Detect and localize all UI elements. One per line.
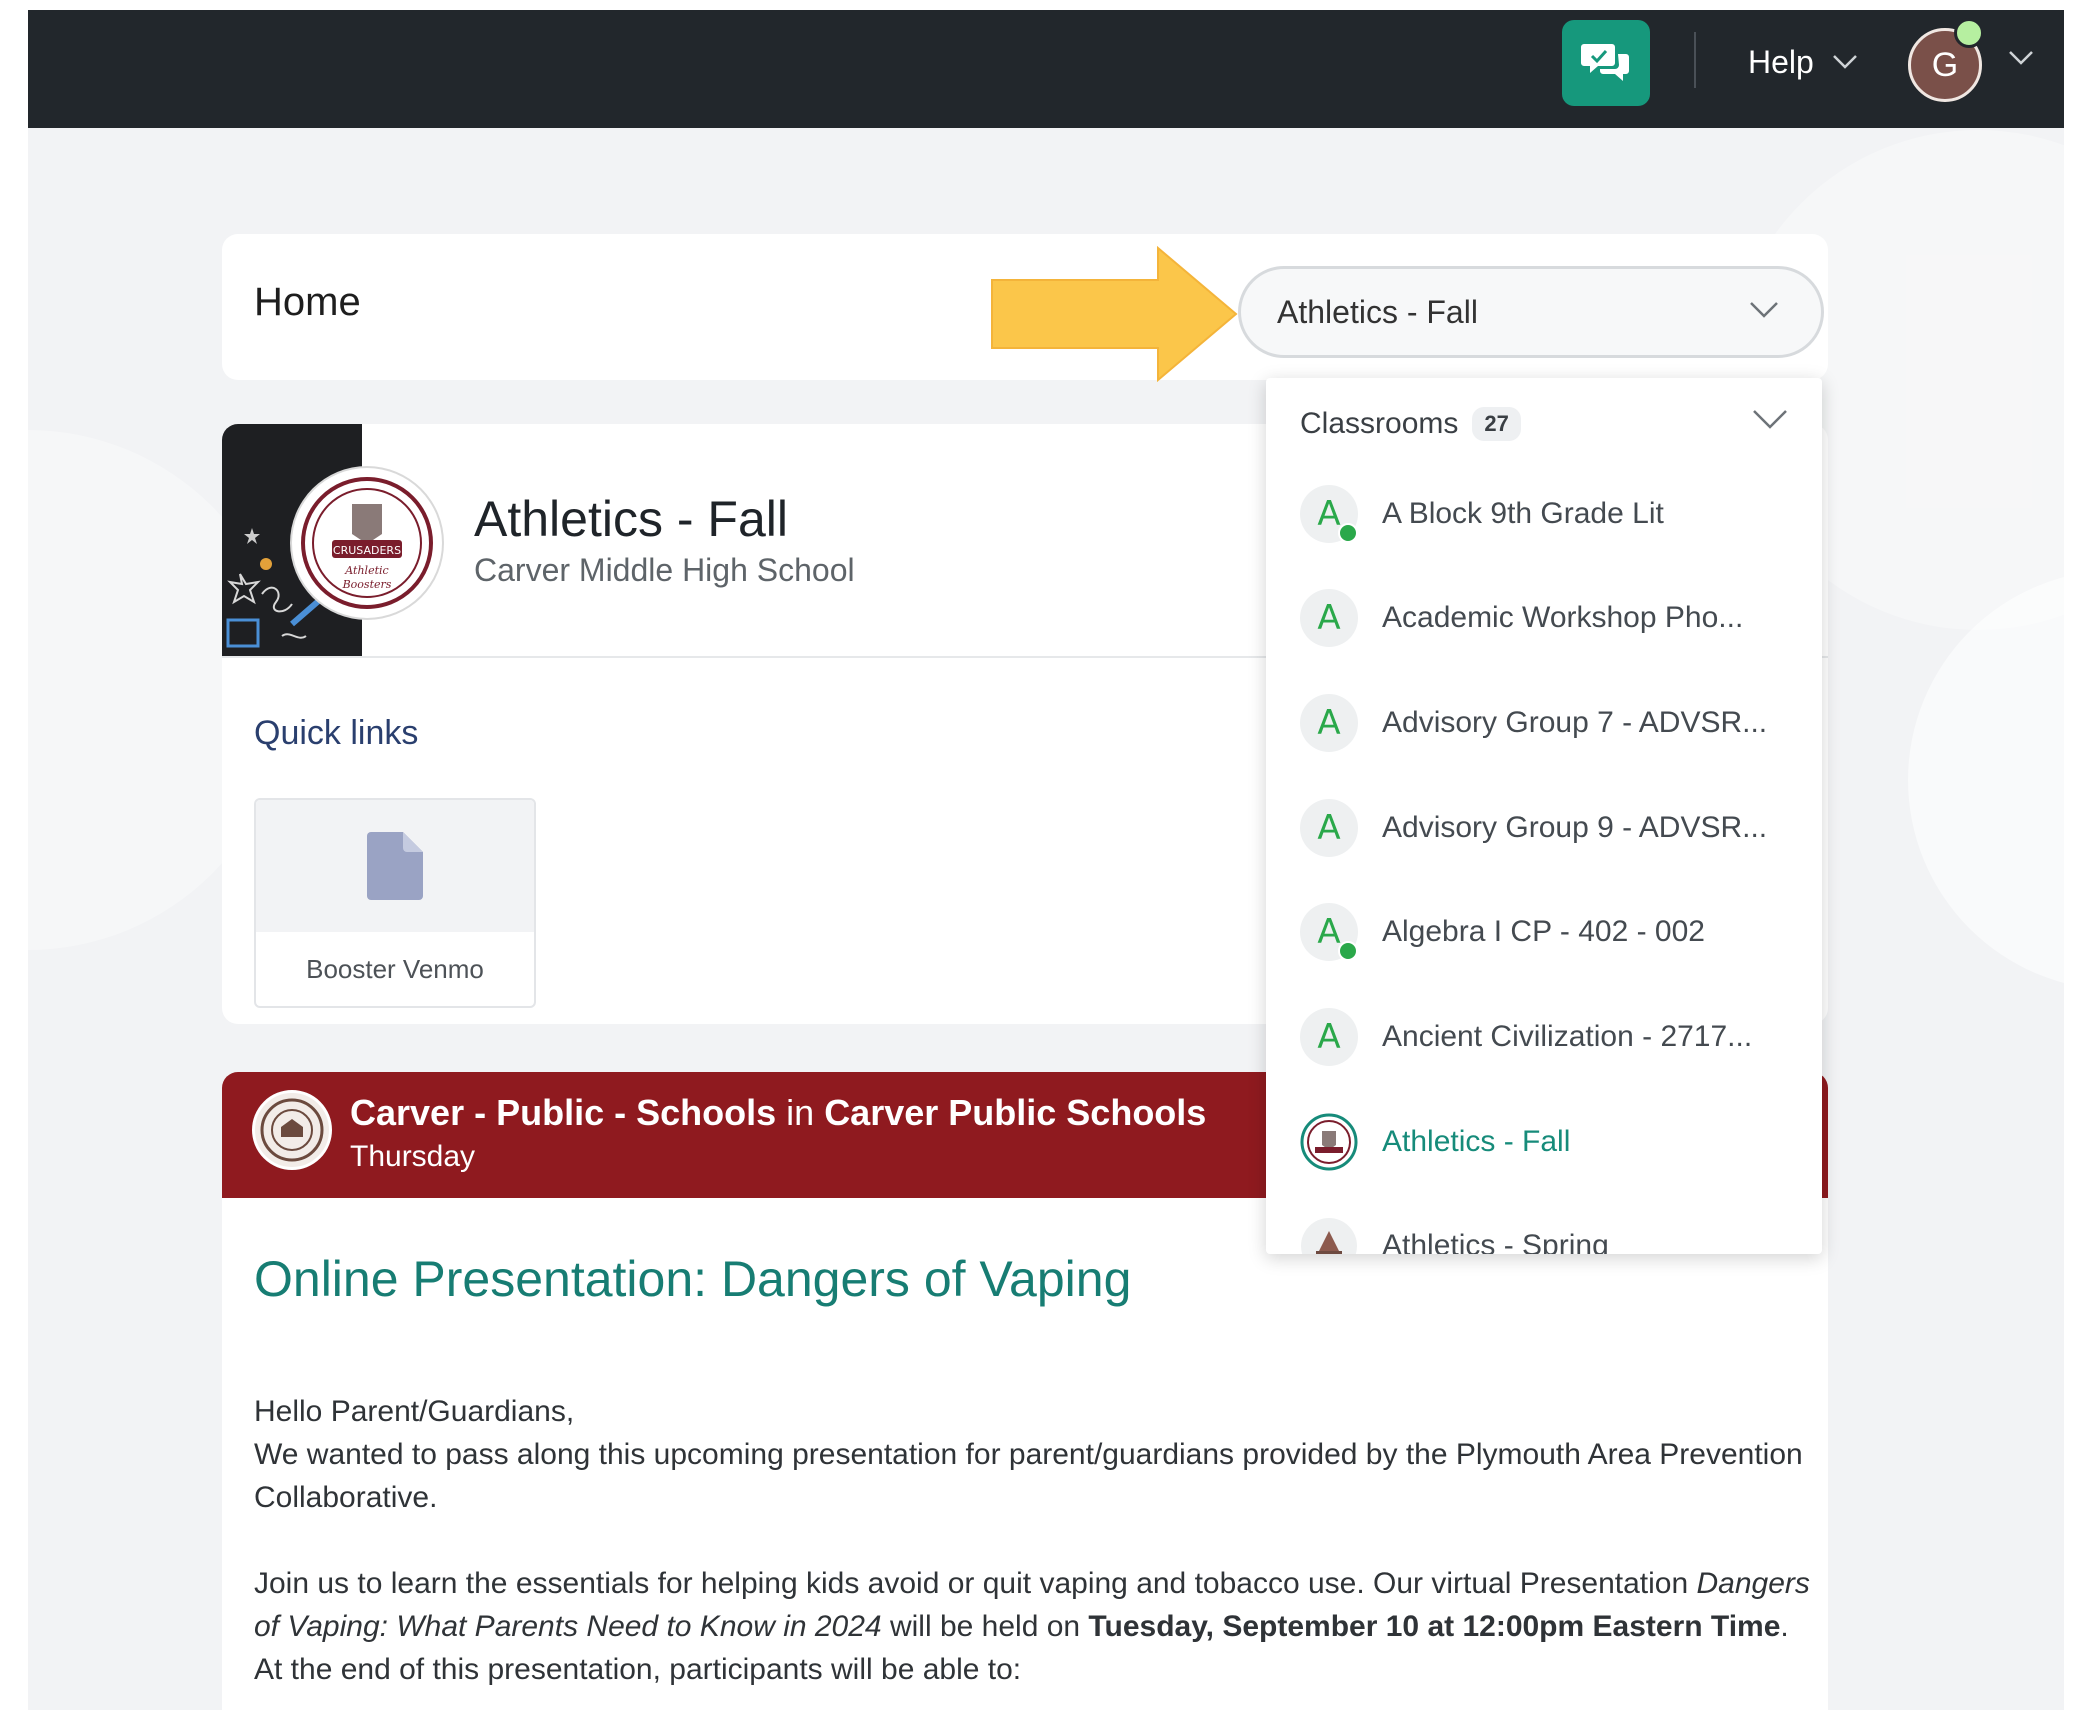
background-decoration (1908, 570, 2064, 990)
post-text: Join us to learn the essentials for help… (254, 1567, 1697, 1600)
post-paragraph: We wanted to pass along this upcoming pr… (254, 1438, 1803, 1514)
quick-link-tile[interactable]: Booster Venmo (254, 798, 536, 1008)
quick-links-title: Quick links (254, 714, 419, 752)
dropdown-item[interactable]: A Advisory Group 9 - ADVSR... (1300, 788, 1800, 868)
chat-bubbles-icon (1581, 44, 1629, 81)
post-date: Thursday (350, 1140, 476, 1173)
app-frame: Help G Home Athletics - Fall CRUSADERS A… (28, 10, 2064, 1710)
classroom-avatar: A (1300, 903, 1358, 961)
classroom-dropdown-menu: Classrooms 27 A A Block 9th Grade Lit A … (1266, 378, 1822, 1254)
post-district-name: Carver Public Schools (824, 1092, 1207, 1133)
dropdown-item-label: Athletics - Spring (1382, 1229, 1609, 1254)
help-menu[interactable]: Help (1748, 40, 1858, 84)
quick-link-label: Booster Venmo (306, 954, 484, 984)
classrooms-header-label: Classrooms (1300, 407, 1459, 440)
avatar-initial: G (1931, 45, 1959, 84)
svg-text:CRUSADERS: CRUSADERS (333, 544, 401, 557)
classroom-logo (1300, 1217, 1358, 1254)
post-greeting: Hello Parent/Guardians, (254, 1395, 575, 1428)
dropdown-item[interactable]: A Academic Workshop Pho... (1300, 578, 1800, 658)
school-logo: CRUSADERS Athletic Boosters (292, 468, 442, 618)
quick-link-thumbnail (256, 800, 534, 932)
district-seal-logo (252, 1090, 332, 1170)
dropdown-item-label: Ancient Civilization - 2717... (1382, 1020, 1753, 1053)
classrooms-count-badge: 27 (1472, 407, 1521, 441)
post-paragraph: Join us to learn the essentials for help… (254, 1562, 1814, 1691)
online-status-dot (1954, 18, 1984, 48)
classrooms-group-header[interactable]: Classrooms 27 (1300, 396, 1521, 452)
classroom-logo (1300, 1113, 1358, 1171)
classroom-avatar: A (1300, 485, 1358, 543)
dropdown-item-label: Advisory Group 9 - ADVSR... (1382, 811, 1768, 844)
dropdown-item[interactable]: A Algebra I CP - 402 - 002 (1300, 892, 1800, 972)
dropdown-item-label: Advisory Group 7 - ADVSR... (1382, 706, 1768, 739)
classroom-selector[interactable]: Athletics - Fall (1238, 266, 1824, 358)
classroom-avatar: A (1300, 1008, 1358, 1066)
help-label: Help (1748, 43, 1814, 80)
post-text: will be held on (881, 1610, 1089, 1643)
top-navigation-bar: Help G (28, 10, 2064, 128)
svg-text:Boosters: Boosters (342, 578, 392, 591)
dropdown-item-label: Academic Workshop Pho... (1382, 601, 1744, 634)
classroom-title: Athletics - Fall (474, 491, 788, 547)
dropdown-item[interactable]: Athletics - Spring (1300, 1206, 1800, 1254)
classroom-avatar: A (1300, 694, 1358, 752)
classroom-selector-value: Athletics - Fall (1277, 293, 1478, 330)
post-org-in: in (786, 1092, 815, 1133)
school-name: Carver Middle High School (474, 552, 855, 588)
dropdown-item[interactable]: A Advisory Group 7 - ADVSR... (1300, 683, 1800, 763)
page-title: Home (254, 280, 361, 324)
post-author[interactable]: Carver - Public - Schools in Carver Publ… (350, 1092, 1206, 1134)
chevron-down-icon[interactable] (1752, 408, 1788, 430)
svg-text:Athletic: Athletic (344, 564, 388, 577)
dropdown-item[interactable]: A Ancient Civilization - 2717... (1300, 997, 1800, 1077)
activity-dot (1338, 523, 1358, 543)
dropdown-item-selected[interactable]: Athletics - Fall (1300, 1102, 1800, 1182)
dropdown-item-label: A Block 9th Grade Lit (1382, 497, 1664, 530)
messages-button[interactable] (1562, 20, 1650, 106)
post-body: Hello Parent/Guardians, We wanted to pas… (254, 1390, 1814, 1691)
activity-dot (1338, 941, 1358, 961)
dropdown-item-label: Athletics - Fall (1382, 1125, 1571, 1158)
chevron-down-icon (1832, 55, 1857, 69)
dropdown-item-label: Algebra I CP - 402 - 002 (1382, 915, 1705, 948)
classroom-avatar: A (1300, 799, 1358, 857)
classroom-avatar: A (1300, 589, 1358, 647)
topbar-divider (1694, 32, 1696, 88)
pointer-arrow-annotation (991, 246, 1238, 382)
document-icon (367, 832, 423, 900)
dropdown-item[interactable]: A A Block 9th Grade Lit (1300, 474, 1800, 554)
post-org-name: Carver - Public - Schools (350, 1092, 777, 1133)
post-title: Online Presentation: Dangers of Vaping (254, 1251, 1132, 1307)
chevron-down-icon (1750, 302, 1778, 318)
post-strong: Tuesday, September 10 at 12:00pm Eastern… (1088, 1610, 1781, 1643)
chevron-down-icon[interactable] (2008, 50, 2034, 66)
